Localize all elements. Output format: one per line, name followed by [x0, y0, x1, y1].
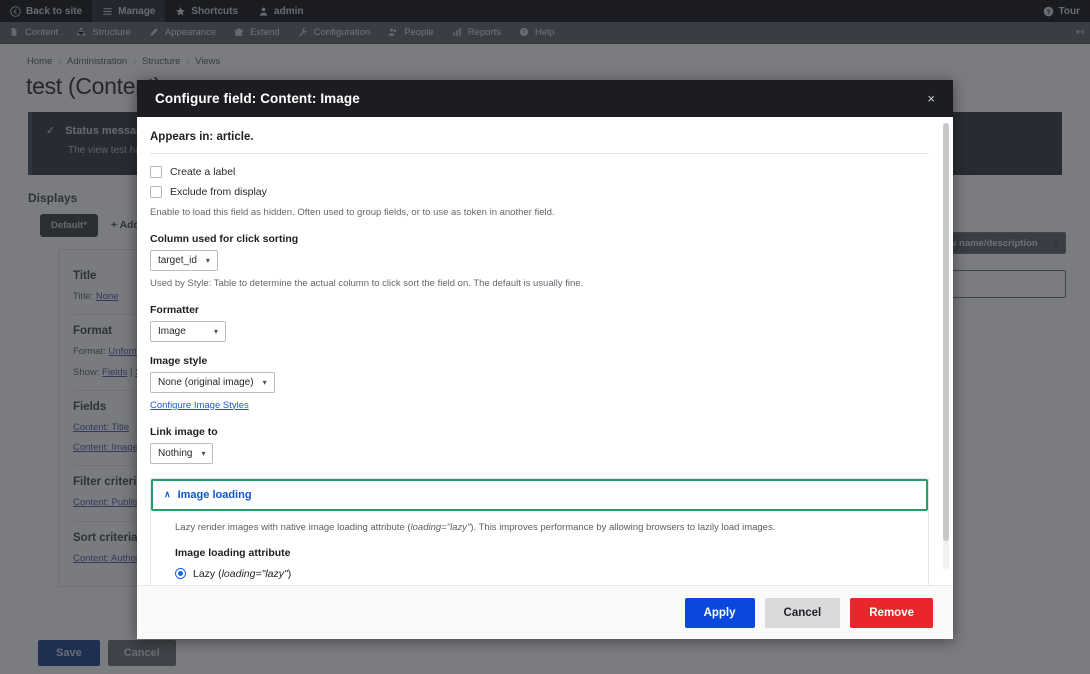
image-loading-intro: Lazy render images with native image loa…: [175, 521, 904, 535]
exclude-from-display-text: Exclude from display: [170, 186, 267, 198]
intro-part-a: Lazy render images with native image loa…: [175, 521, 411, 533]
dialog-title: Configure field: Content: Image: [155, 91, 360, 106]
formatter-value: Image: [158, 325, 186, 337]
chevron-down-icon: ▾: [201, 448, 206, 458]
screen: Back to site Manage Shortcuts admin: [0, 0, 1090, 674]
chevron-up-icon: ∧: [164, 489, 171, 500]
image-style-value: None (original image): [158, 376, 254, 388]
click-sort-value: target_id: [158, 254, 197, 266]
dialog-body: Appears in: article. Create a label Excl…: [137, 117, 953, 585]
lazy-description: Delays loading the image until that sect…: [175, 583, 904, 585]
lazy-radio[interactable]: [175, 568, 186, 580]
exclude-description: Enable to load this field as hidden. Oft…: [150, 207, 555, 218]
lazy-label-a: Lazy (: [193, 567, 222, 580]
cancel-button[interactable]: Cancel: [764, 597, 841, 628]
chevron-down-icon: ▾: [262, 377, 267, 387]
formatter-label: Formatter: [150, 303, 200, 316]
apply-button[interactable]: Apply: [684, 597, 755, 628]
lazy-label: Lazy (loading="lazy"): [193, 568, 291, 580]
link-image-to-select[interactable]: Nothing ▾: [150, 442, 214, 464]
click-sort-description: Used by Style: Table to determine the ac…: [150, 277, 584, 289]
exclude-from-display-checkbox[interactable]: [150, 186, 162, 198]
chevron-down-icon: ▾: [213, 326, 218, 336]
exclude-from-display-row[interactable]: Exclude from display: [150, 186, 929, 198]
scrollbar-thumb[interactable]: [943, 123, 949, 541]
appears-in-text: Appears in: article.: [150, 131, 254, 143]
image-loading-details: ∧ Image loading Lazy render images with …: [150, 477, 929, 585]
formatter-select[interactable]: Image ▾: [150, 320, 226, 342]
create-label-checkbox[interactable]: [150, 166, 162, 178]
image-loading-attribute-label: Image loading attribute: [175, 546, 291, 559]
create-label-text: Create a label: [170, 166, 236, 178]
intro-part-b: ). This improves performance by allowing…: [470, 521, 776, 533]
configure-field-dialog: Configure field: Content: Image × Appear…: [137, 80, 953, 639]
image-style-select[interactable]: None (original image) ▾: [150, 371, 275, 393]
remove-button[interactable]: Remove: [850, 597, 933, 628]
lazy-option-row[interactable]: Lazy (loading="lazy"): [175, 568, 904, 580]
lazy-label-b: ): [287, 567, 292, 580]
dialog-header: Configure field: Content: Image ×: [137, 80, 953, 117]
link-image-to-label: Link image to: [150, 425, 218, 438]
lazy-code: loading="lazy": [221, 567, 288, 580]
dialog-footer: Apply Cancel Remove: [137, 585, 953, 639]
image-style-label: Image style: [150, 354, 208, 367]
click-sort-label: Column used for click sorting: [150, 232, 299, 245]
link-image-to-value: Nothing: [158, 447, 193, 459]
create-label-row[interactable]: Create a label: [150, 166, 929, 178]
configure-image-styles-link[interactable]: Configure Image Styles: [150, 400, 249, 411]
divider: [150, 153, 929, 154]
image-loading-body: Lazy render images with native image loa…: [151, 511, 928, 585]
intro-code: loading="lazy": [410, 521, 471, 533]
close-icon[interactable]: ×: [927, 92, 935, 105]
image-loading-summary-label: Image loading: [177, 488, 252, 501]
click-sort-select[interactable]: target_id ▾: [150, 249, 218, 271]
image-loading-summary[interactable]: ∧ Image loading: [151, 478, 928, 511]
chevron-down-icon: ▾: [205, 255, 210, 265]
